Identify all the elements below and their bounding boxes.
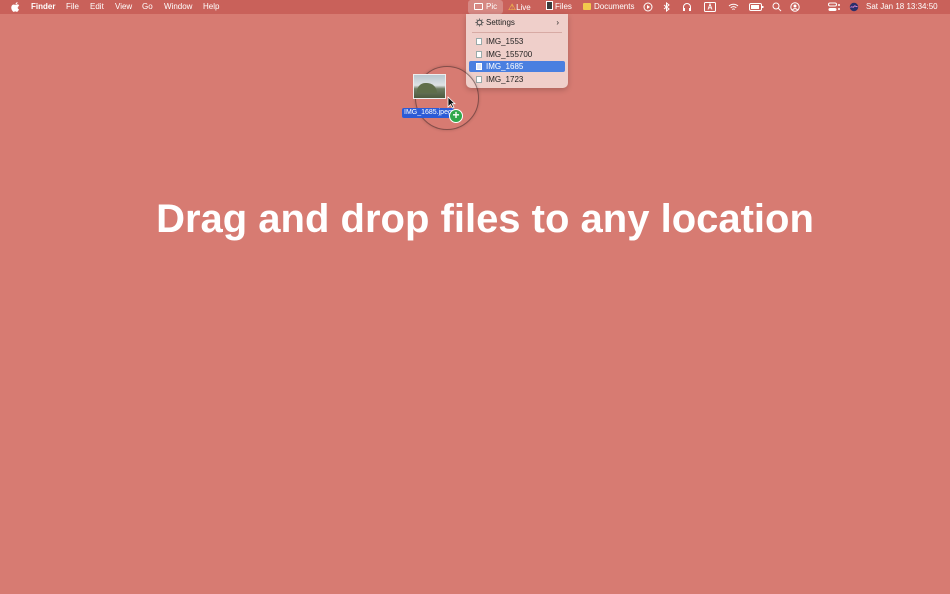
picture-icon <box>474 3 483 10</box>
copy-plus-badge: + <box>449 109 463 123</box>
wifi-icon[interactable] <box>728 0 740 14</box>
siri-icon[interactable] <box>849 0 861 14</box>
status-files-label: Files <box>555 2 572 11</box>
keyboard-a-icon[interactable] <box>704 0 716 14</box>
user-circle-icon[interactable] <box>790 0 802 14</box>
menu-file[interactable]: File <box>66 0 79 14</box>
status-item-live[interactable]: ⚠Live <box>508 0 531 14</box>
play-circle-icon[interactable] <box>643 0 655 14</box>
status-documents-label: Documents <box>594 2 635 11</box>
file-icon <box>546 1 553 10</box>
file-label: IMG_1723 <box>486 74 524 84</box>
menu-item-settings[interactable]: Settings › <box>469 17 565 28</box>
status-live-label: Live <box>516 3 531 12</box>
menu-item-img-155700[interactable]: IMG_155700 <box>469 49 565 60</box>
status-pic-label: Pic <box>486 2 498 11</box>
dragged-file-name: IMG_1685.jpeg <box>402 108 454 118</box>
status-item-files[interactable]: Files <box>546 0 572 14</box>
folder-icon <box>583 3 591 10</box>
clock[interactable]: Sat Jan 18 13:34:50 <box>866 0 938 14</box>
menu-item-img-1685[interactable]: IMG_1685 <box>469 61 565 72</box>
search-icon[interactable] <box>772 0 784 14</box>
headphones-icon[interactable] <box>682 0 694 14</box>
menu-item-img-1553[interactable]: IMG_1553 <box>469 36 565 47</box>
gear-icon <box>475 18 484 27</box>
chevron-right-icon: › <box>556 18 559 27</box>
settings-label: Settings <box>486 18 515 27</box>
menu-finder[interactable]: Finder <box>31 0 55 14</box>
headline: Drag and drop files to any location <box>156 197 814 241</box>
menu-item-img-1723[interactable]: IMG_1723 <box>469 74 565 85</box>
file-label: IMG_1685 <box>486 62 524 71</box>
image-file-icon <box>476 38 482 45</box>
warning-icon: ⚠ <box>508 2 517 12</box>
menu-go[interactable]: Go <box>142 0 153 14</box>
pic-dropdown-menu: Settings › IMG_1553 IMG_155700 IMG_1685 … <box>466 14 568 88</box>
dragged-image-thumbnail[interactable] <box>413 74 446 99</box>
menu-help[interactable]: Help <box>203 0 219 14</box>
battery-icon[interactable] <box>749 0 765 14</box>
control-center-icon[interactable] <box>828 0 842 14</box>
image-file-icon <box>476 63 482 70</box>
menu-separator <box>472 32 562 33</box>
image-file-icon <box>476 75 482 83</box>
thumbnail-hill <box>417 83 437 93</box>
image-file-icon <box>476 50 482 58</box>
menu-bar: Finder File Edit View Go Window Help Pic… <box>0 0 950 14</box>
file-label: IMG_155700 <box>486 49 533 59</box>
menu-view[interactable]: View <box>115 0 132 14</box>
menu-window[interactable]: Window <box>164 0 192 14</box>
menu-edit[interactable]: Edit <box>90 0 104 14</box>
apple-menu-icon[interactable] <box>10 0 21 14</box>
file-label: IMG_1553 <box>486 37 524 46</box>
status-item-documents[interactable]: Documents <box>583 0 634 14</box>
status-item-pic[interactable]: Pic <box>468 0 503 14</box>
bluetooth-icon[interactable] <box>663 0 675 14</box>
